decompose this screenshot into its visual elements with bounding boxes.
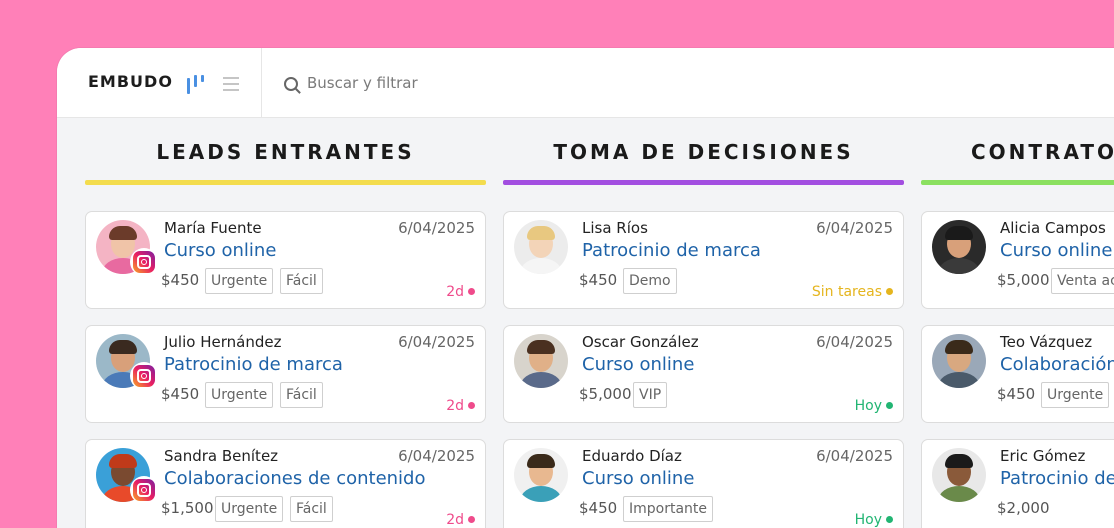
- card-date: 6/04/2025: [816, 447, 893, 465]
- deal-value: $5,000: [997, 271, 1050, 289]
- column-title: TOMA DE DECISIONES: [553, 140, 854, 164]
- contact-name: Julio Hernández: [164, 333, 282, 351]
- avatar: [932, 334, 986, 388]
- deal-title[interactable]: Curso online: [164, 240, 276, 261]
- lead-card[interactable]: Alicia Campos Curso online $5,000 Venta ac: [921, 211, 1114, 309]
- status-dot-icon: [468, 515, 475, 523]
- contact-name: Alicia Campos: [1000, 219, 1106, 237]
- tag-badge: Urgente: [1041, 382, 1110, 408]
- task-status-label: Sin tareas: [811, 284, 882, 300]
- deal-value: $5,000: [579, 385, 632, 403]
- divider: [261, 48, 262, 118]
- deal-title[interactable]: Curso online: [582, 354, 694, 375]
- deal-value: $450: [579, 499, 618, 517]
- lead-card[interactable]: Julio Hernández 6/04/2025 Patrocinio de ma…: [85, 325, 486, 423]
- task-status-label: 2d: [446, 398, 464, 414]
- tag-badge: Fácil: [280, 268, 323, 294]
- contact-name: Oscar González: [582, 333, 699, 351]
- lead-card[interactable]: Sandra Benítez 6/04/2025 Colaboraciones de…: [85, 439, 486, 528]
- tag-badge: Fácil: [290, 496, 333, 522]
- task-status-label: 2d: [446, 284, 464, 300]
- deal-title[interactable]: Patrocinio de r: [1000, 468, 1114, 489]
- deal-title[interactable]: Patrocinio de marca: [164, 354, 343, 375]
- tag-badge: VIP: [633, 382, 668, 408]
- status-dot-icon: [886, 515, 893, 523]
- tag-badge: Venta ac: [1051, 268, 1114, 294]
- column-title: LEADS ENTRANTES: [156, 140, 415, 164]
- tag-badge: Urgente: [205, 382, 274, 408]
- column-title: CONTRATOS: [971, 140, 1114, 164]
- task-status-label: Hoy: [854, 512, 882, 528]
- card-date: 6/04/2025: [816, 219, 893, 237]
- tag-badge: Demo: [623, 268, 677, 294]
- column-color-bar: [503, 180, 904, 185]
- deal-value: $450: [161, 271, 200, 289]
- page-title: EMBUDO: [88, 72, 173, 91]
- column-color-bar: [85, 180, 486, 185]
- deal-title[interactable]: Curso online: [1000, 240, 1112, 261]
- status-dot-icon: [468, 401, 475, 409]
- deal-value: $2,000: [997, 499, 1050, 517]
- task-status: 2d: [446, 398, 475, 414]
- deal-value: $1,500: [161, 499, 214, 517]
- status-dot-icon: [886, 401, 893, 409]
- card-date: 6/04/2025: [398, 219, 475, 237]
- lead-card[interactable]: Teo Vázquez Colaboración c $450 Urgente: [921, 325, 1114, 423]
- deal-title[interactable]: Colaboración c: [1000, 354, 1114, 375]
- avatar: [932, 448, 986, 502]
- tag-badge: Urgente: [215, 496, 284, 522]
- avatar: [932, 220, 986, 274]
- tag-badge: Importante: [623, 496, 714, 522]
- deal-title[interactable]: Patrocinio de marca: [582, 240, 761, 261]
- deal-value: $450: [161, 385, 200, 403]
- deal-value: $450: [579, 271, 618, 289]
- contact-name: Eric Gómez: [1000, 447, 1086, 465]
- instagram-icon: [130, 476, 158, 504]
- tag-badge: Urgente: [205, 268, 274, 294]
- instagram-icon: [130, 248, 158, 276]
- contact-name: Lisa Ríos: [582, 219, 648, 237]
- lead-card[interactable]: Lisa Ríos 6/04/2025 Patrocinio de marca $45…: [503, 211, 904, 309]
- task-status: Hoy: [855, 398, 893, 414]
- app-window: EMBUDO LEADS ENTRANTES María Fuente 6/04/2…: [57, 48, 1114, 528]
- instagram-icon: [130, 362, 158, 390]
- list-view-icon[interactable]: [223, 76, 239, 92]
- status-dot-icon: [886, 287, 893, 295]
- contact-name: Eduardo Díaz: [582, 447, 682, 465]
- task-status: 2d: [446, 284, 475, 300]
- deal-title[interactable]: Colaboraciones de contenido: [164, 468, 426, 489]
- task-status-label: Hoy: [854, 398, 882, 414]
- task-status: Sin tareas: [812, 284, 893, 300]
- lead-card[interactable]: Oscar González 6/04/2025 Curso online $5,00…: [503, 325, 904, 423]
- deal-title[interactable]: Curso online: [582, 468, 694, 489]
- deal-value: $450: [997, 385, 1036, 403]
- card-date: 6/04/2025: [398, 447, 475, 465]
- top-bar: EMBUDO: [57, 48, 1114, 118]
- contact-name: María Fuente: [164, 219, 262, 237]
- search-input[interactable]: [307, 74, 607, 92]
- avatar: [514, 448, 568, 502]
- card-date: 6/04/2025: [816, 333, 893, 351]
- column-color-bar: [921, 180, 1114, 185]
- lead-card[interactable]: María Fuente 6/04/2025 Curso online $450 Urg…: [85, 211, 486, 309]
- tag-badge: Fácil: [280, 382, 323, 408]
- search-icon: [284, 77, 298, 91]
- lead-card[interactable]: Eduardo Díaz 6/04/2025 Curso online $450 Imp…: [503, 439, 904, 528]
- card-date: 6/04/2025: [398, 333, 475, 351]
- task-status: 2d: [446, 512, 475, 528]
- contact-name: Teo Vázquez: [1000, 333, 1093, 351]
- kanban-view-icon[interactable]: [185, 74, 207, 94]
- contact-name: Sandra Benítez: [164, 447, 279, 465]
- avatar: [514, 220, 568, 274]
- lead-card[interactable]: Eric Gómez Patrocinio de r $2,000: [921, 439, 1114, 528]
- task-status-label: 2d: [446, 512, 464, 528]
- task-status: Hoy: [855, 512, 893, 528]
- avatar: [514, 334, 568, 388]
- status-dot-icon: [468, 287, 475, 295]
